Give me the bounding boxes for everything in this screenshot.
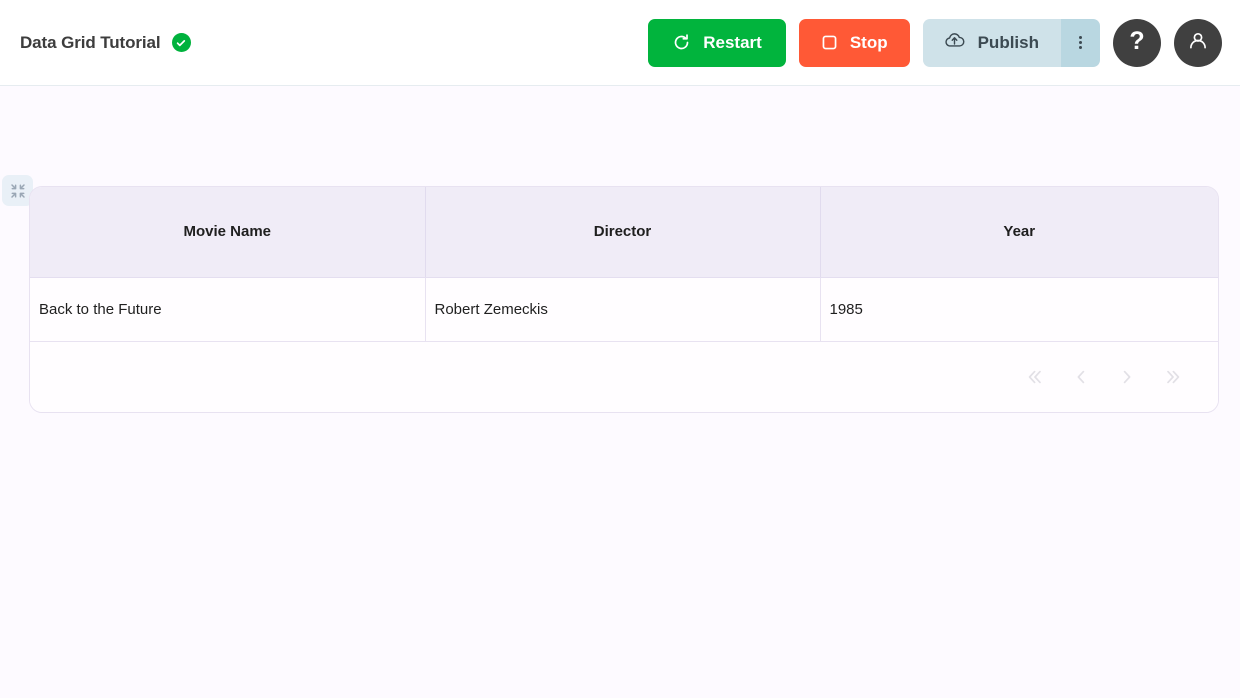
cell-movie-name[interactable]: Back to the Future <box>30 277 425 341</box>
cell-year[interactable]: 1985 <box>820 277 1218 341</box>
chevron-left-icon <box>1071 367 1091 387</box>
restart-button[interactable]: Restart <box>648 19 786 67</box>
column-header-movie-name[interactable]: Movie Name <box>30 187 425 277</box>
stop-button[interactable]: Stop <box>799 19 910 67</box>
column-header-director[interactable]: Director <box>425 187 820 277</box>
chevron-double-right-icon <box>1163 367 1183 387</box>
movies-table: Movie Name Director Year Back to the Fut… <box>30 187 1218 342</box>
cell-director[interactable]: Robert Zemeckis <box>425 277 820 341</box>
column-header-year[interactable]: Year <box>820 187 1218 277</box>
grid-footer <box>30 342 1218 412</box>
chevron-double-left-icon <box>1025 367 1045 387</box>
publish-split-button: Publish <box>923 19 1100 67</box>
app-header: Data Grid Tutorial Restart Sto <box>0 0 1240 86</box>
user-account-button[interactable] <box>1174 19 1222 67</box>
question-mark-icon: ? <box>1129 29 1144 54</box>
pagination-prev-button[interactable] <box>1058 357 1104 397</box>
table-body: Back to the Future Robert Zemeckis 1985 <box>30 277 1218 341</box>
table-header-row: Movie Name Director Year <box>30 187 1218 277</box>
help-button[interactable]: ? <box>1113 19 1161 67</box>
refresh-icon <box>672 33 691 52</box>
table-header: Movie Name Director Year <box>30 187 1218 277</box>
canvas-area: My Favorite Movies Movie Name Director Y… <box>0 86 1240 698</box>
stop-label: Stop <box>850 33 888 53</box>
cloud-upload-icon <box>943 30 966 55</box>
pagination-first-button[interactable] <box>1012 357 1058 397</box>
collapse-arrows-icon <box>10 183 26 199</box>
app-title: Data Grid Tutorial <box>20 33 161 53</box>
brand: Data Grid Tutorial <box>20 33 191 53</box>
data-grid: Movie Name Director Year Back to the Fut… <box>29 186 1219 413</box>
publish-menu-button[interactable] <box>1061 19 1100 67</box>
chevron-right-icon <box>1117 367 1137 387</box>
restart-label: Restart <box>703 33 762 53</box>
kebab-menu-icon <box>1079 34 1083 51</box>
table-row[interactable]: Back to the Future Robert Zemeckis 1985 <box>30 277 1218 341</box>
square-stop-icon <box>821 34 838 51</box>
publish-button[interactable]: Publish <box>923 19 1061 67</box>
header-actions: Restart Stop Publish <box>648 19 1222 67</box>
pagination-next-button[interactable] <box>1104 357 1150 397</box>
user-avatar-icon <box>1186 29 1210 56</box>
pagination-last-button[interactable] <box>1150 357 1196 397</box>
publish-label: Publish <box>978 33 1039 53</box>
check-circle-icon <box>172 33 191 52</box>
